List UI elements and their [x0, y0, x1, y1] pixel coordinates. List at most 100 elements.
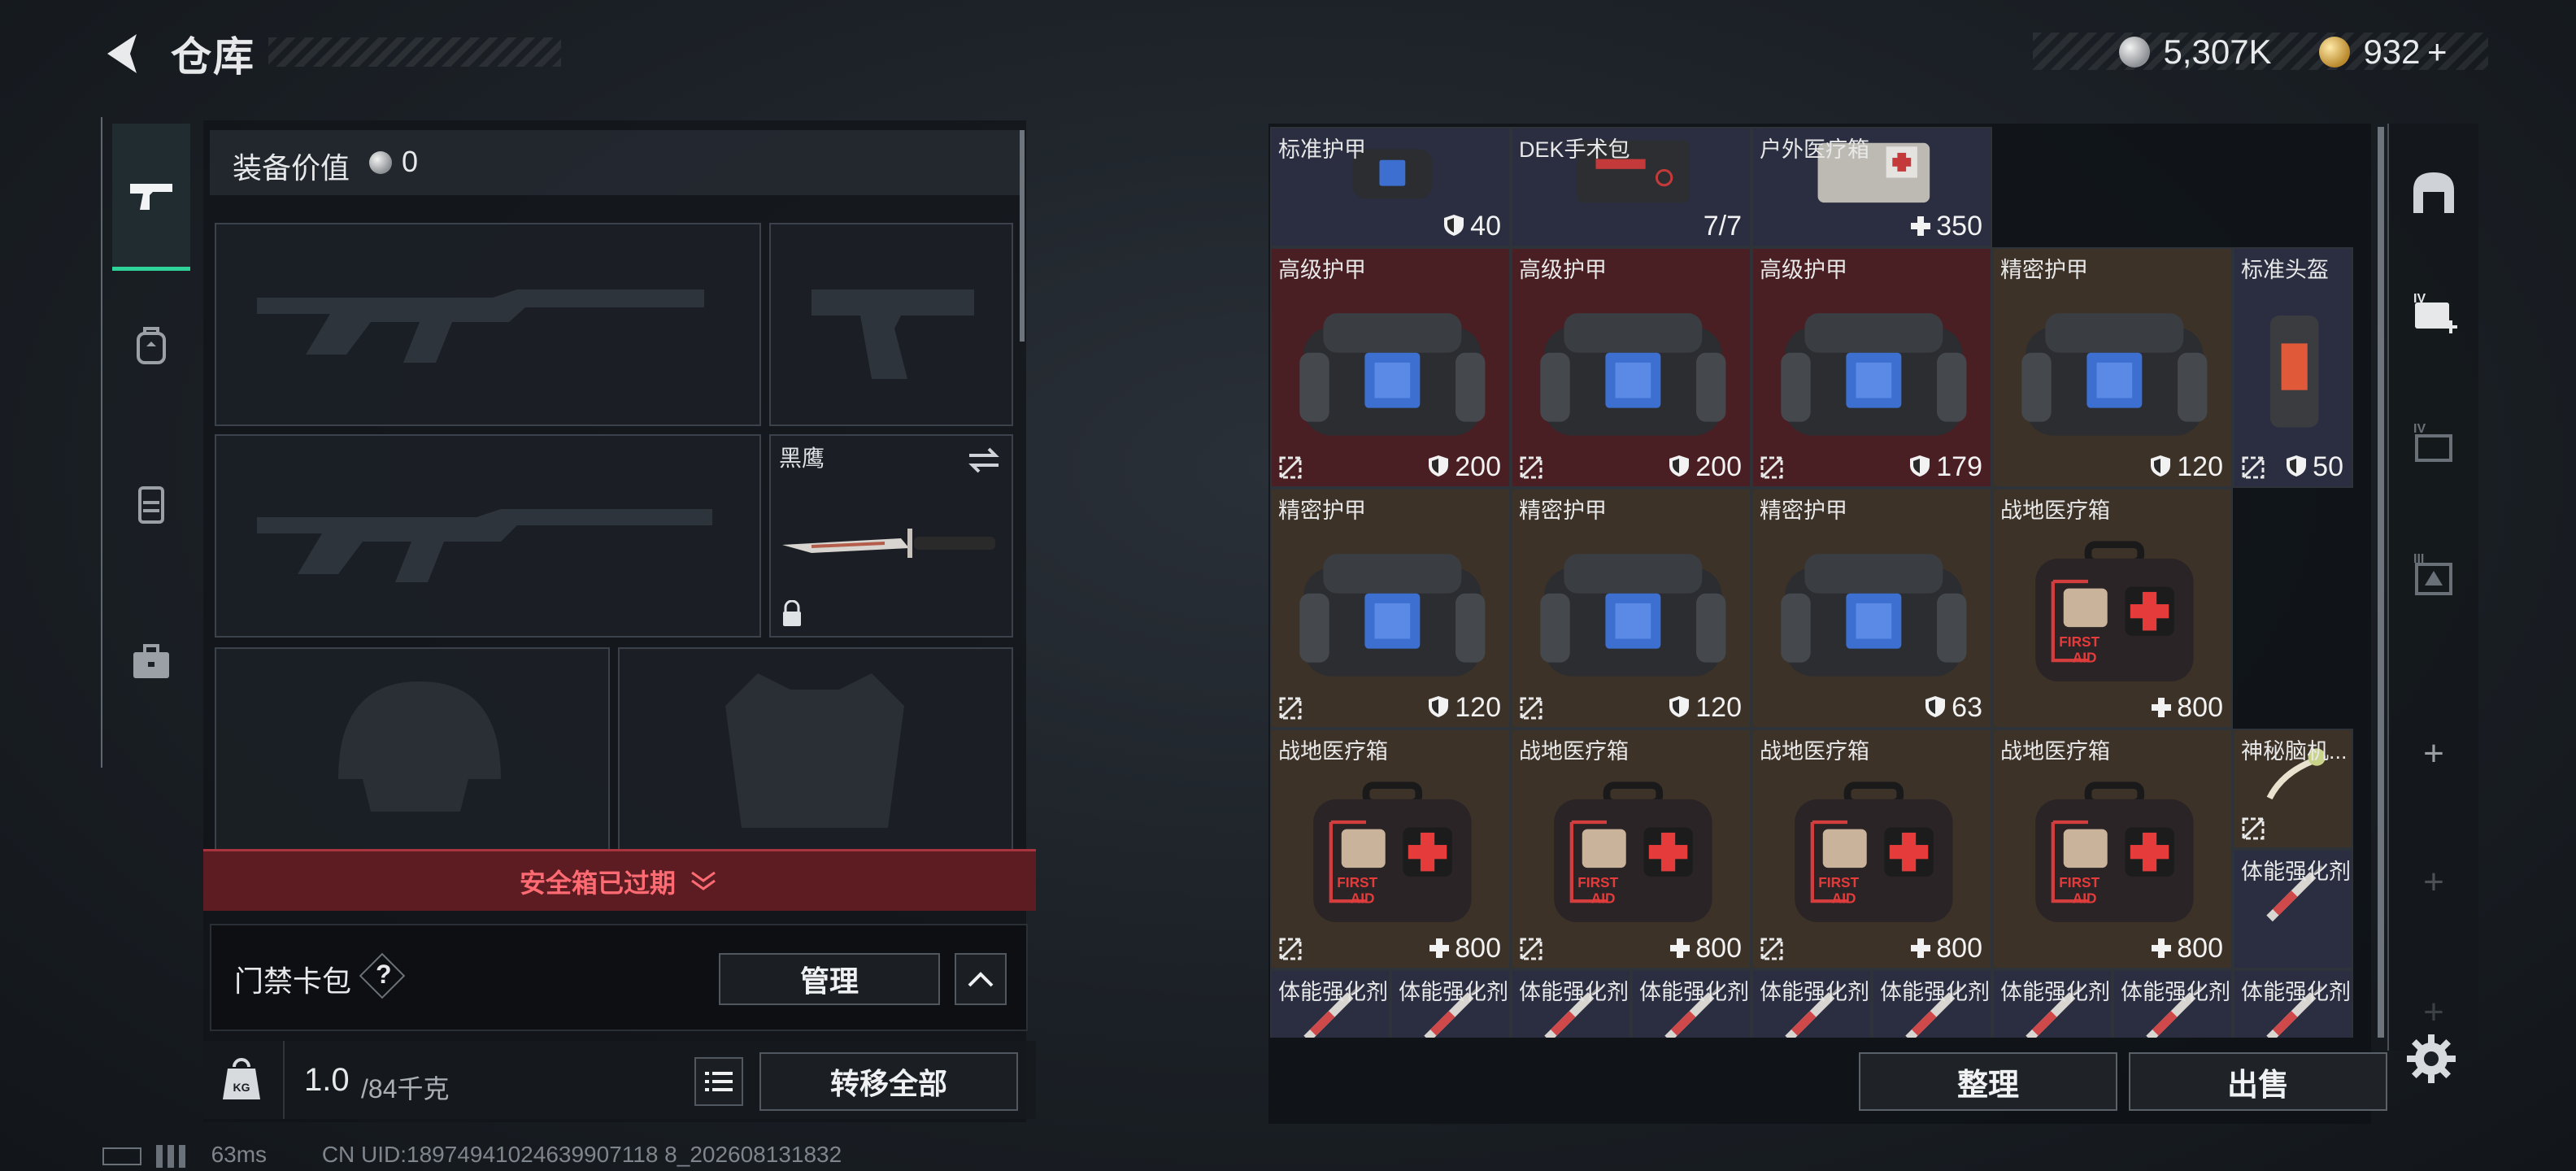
stash-item[interactable]: FIRST AID 战地医疗箱 800 — [1992, 488, 2233, 729]
melee-slot[interactable]: 黑鹰 — [769, 434, 1013, 638]
stash-item[interactable]: 神秘脑机... — [2233, 729, 2353, 849]
primary-weapon-slot[interactable] — [215, 223, 761, 426]
tab-case[interactable] — [112, 590, 190, 734]
stash-item[interactable]: 精密护甲 120 — [1511, 488, 1751, 729]
list-view-button[interactable] — [694, 1057, 743, 1106]
stash-item[interactable]: 标准护甲 40 — [1270, 127, 1511, 247]
no-drop-icon — [1279, 697, 1302, 720]
stash-item[interactable]: 精密护甲 120 — [1270, 488, 1511, 729]
stash-item[interactable]: 精密护甲 120 — [1992, 247, 2233, 488]
panel-scrollbar[interactable] — [1020, 130, 1025, 342]
stash-home-icon[interactable] — [2408, 168, 2459, 218]
item-value-text: 800 — [2177, 692, 2223, 723]
item-value: 120 — [1427, 692, 1501, 724]
item-value: 800 — [2151, 692, 2223, 724]
no-drop-icon — [2242, 817, 2265, 840]
item-value-text: 120 — [1455, 692, 1501, 723]
container-iv-icon[interactable]: IV — [2408, 420, 2459, 470]
manage-button[interactable]: 管理 — [719, 953, 940, 1005]
tab-backpack[interactable] — [112, 273, 190, 416]
stash-item[interactable]: 体能强化剂 — [2233, 849, 2353, 969]
grid-scrollbar-thumb[interactable] — [2378, 127, 2384, 1038]
silver-coin-icon — [2119, 37, 2150, 67]
svg-text:AID: AID — [1590, 890, 1615, 906]
stash-item[interactable]: 高级护甲 200 — [1270, 247, 1511, 488]
weight-current: 1.0 — [304, 1062, 350, 1098]
stash-item[interactable]: 高级护甲 200 — [1511, 247, 1751, 488]
access-card-pack: 门禁卡包 ? 管理 — [210, 924, 1028, 1031]
add-slot-button-3[interactable]: + — [2389, 992, 2478, 1033]
safebox-expired-banner[interactable]: 安全箱已过期 — [203, 849, 1036, 911]
tab-vest[interactable] — [112, 433, 190, 576]
ping: 63ms — [211, 1142, 268, 1167]
item-name: 战地医疗箱 — [2000, 739, 2110, 764]
item-value-text: 800 — [1936, 933, 1982, 964]
collapse-button[interactable] — [955, 953, 1007, 1005]
add-slot-button-2[interactable]: + — [2389, 862, 2478, 903]
item-name: 战地医疗箱 — [1519, 739, 1629, 764]
stash-item[interactable]: 高级护甲 179 — [1751, 247, 1992, 488]
armor-slot[interactable] — [618, 647, 1013, 851]
transfer-all-button[interactable]: 转移全部 — [759, 1052, 1018, 1111]
stash-item[interactable]: 体能强化剂 — [1992, 969, 2113, 1038]
divider — [283, 1041, 285, 1119]
swap-icon[interactable] — [966, 446, 1002, 475]
stash-item[interactable]: 体能强化剂 — [1390, 969, 1511, 1038]
stash-item[interactable]: 户外医疗箱 350 — [1751, 127, 1992, 247]
healing-icon — [1429, 938, 1450, 958]
helmet-slot[interactable] — [215, 647, 610, 851]
item-name: 体能强化剂 — [1278, 980, 1388, 1004]
back-arrow-icon[interactable] — [98, 29, 146, 78]
stash-item[interactable]: FIRST AID 战地医疗箱 800 — [1751, 729, 1992, 969]
stash-item[interactable]: 体能强化剂 — [2233, 969, 2353, 1038]
stash-item[interactable]: 体能强化剂 — [2113, 969, 2233, 1038]
svg-text:FIRST: FIRST — [1337, 874, 1377, 890]
stash-item[interactable]: 体能强化剂 — [1511, 969, 1631, 1038]
stash-item[interactable]: FIRST AID 战地医疗箱 800 — [1270, 729, 1511, 969]
title-decoration — [268, 37, 561, 67]
sort-button[interactable]: 整理 — [1859, 1052, 2117, 1111]
item-value: 800 — [1669, 933, 1742, 964]
shield-icon — [1429, 696, 1449, 717]
stash-item[interactable]: 精密护甲 63 — [1751, 488, 1992, 729]
chevron-down-icon — [691, 871, 716, 890]
help-icon[interactable]: ? — [376, 960, 392, 990]
first-aid-kit-icon: FIRSTAID — [2034, 781, 2194, 923]
add-gold-icon[interactable]: + — [2427, 33, 2448, 71]
item-value: 120 — [1668, 692, 1742, 724]
add-container-icon[interactable]: IV — [2408, 289, 2459, 340]
rifle-silhouette-icon — [257, 509, 712, 582]
no-drop-icon — [1520, 938, 1543, 960]
no-drop-icon — [1760, 456, 1783, 479]
container-iii-icon[interactable]: III — [2408, 550, 2459, 600]
tab-weapons[interactable] — [112, 124, 190, 271]
sell-button[interactable]: 出售 — [2129, 1052, 2387, 1111]
stash-item[interactable]: 体能强化剂 — [1751, 969, 1872, 1038]
item-name: DEK手术包 — [1519, 137, 1630, 162]
vest-icon — [138, 486, 164, 524]
shield-icon — [1444, 215, 1464, 236]
item-value: 800 — [1429, 933, 1501, 964]
chevron-up-icon — [968, 972, 994, 987]
armor-vest-icon — [1780, 554, 1967, 677]
item-value: 800 — [1910, 933, 1982, 964]
stash-item[interactable]: FIRST AID 战地医疗箱 800 — [1511, 729, 1751, 969]
gold-currency[interactable]: 932 + — [2319, 33, 2448, 72]
shield-icon — [1925, 696, 1946, 717]
settings-gear-icon[interactable] — [2405, 1033, 2457, 1085]
first-aid-kit-icon: FIRSTAID — [2034, 541, 2194, 682]
secondary-weapon-slot[interactable] — [215, 434, 761, 638]
svg-text:IV: IV — [2413, 292, 2426, 306]
add-slot-button[interactable]: + — [2389, 734, 2478, 774]
item-name: 高级护甲 — [1760, 258, 1847, 282]
rifle-silhouette-icon — [257, 289, 704, 363]
stash-item[interactable]: 体能强化剂 — [1270, 969, 1390, 1038]
stash-item[interactable]: 体能强化剂 — [1631, 969, 1751, 1038]
item-name: 体能强化剂 — [1519, 980, 1629, 1004]
stash-item[interactable]: 标准头盔 50 — [2233, 247, 2353, 488]
svg-text:AID: AID — [1831, 890, 1856, 906]
stash-item[interactable]: DEK手术包 7/7 — [1511, 127, 1751, 247]
pistol-slot[interactable] — [769, 223, 1013, 426]
stash-item[interactable]: 体能强化剂 — [1872, 969, 1992, 1038]
stash-item[interactable]: FIRST AID 战地医疗箱 800 — [1992, 729, 2233, 969]
